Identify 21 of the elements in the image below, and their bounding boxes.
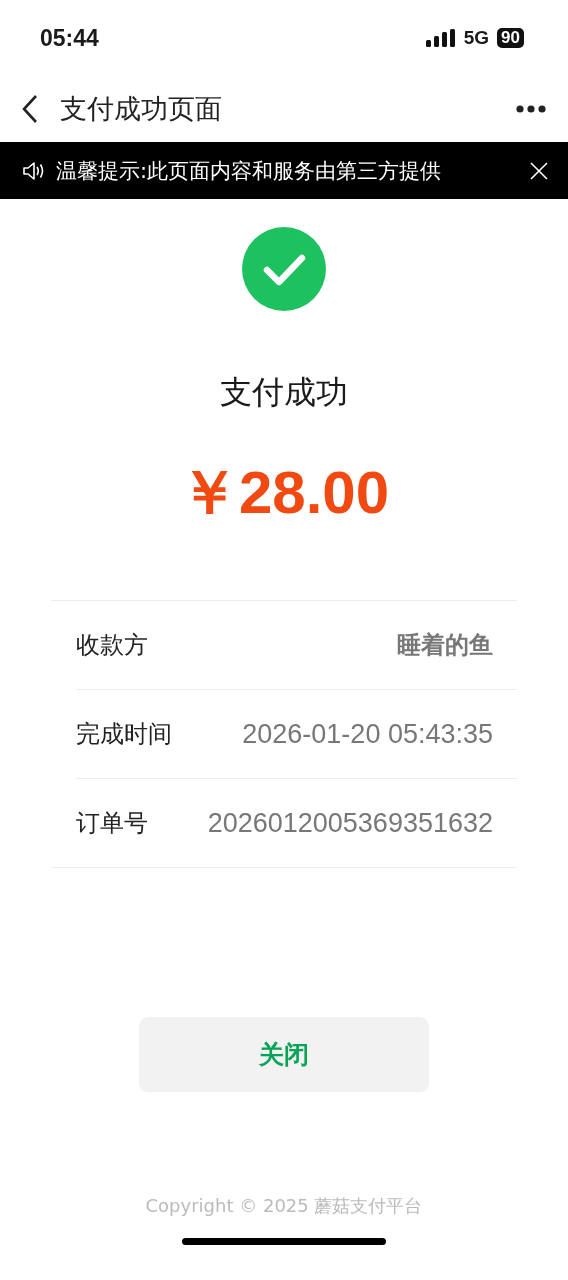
detail-label: 完成时间: [76, 719, 172, 750]
copyright-text: Copyright © 2025 蘑菇支付平台: [145, 1194, 423, 1218]
detail-label: 订单号: [76, 808, 148, 839]
signal-icon: [425, 29, 456, 47]
status-time: 05:44: [40, 24, 99, 52]
page-title: 支付成功页面: [60, 92, 223, 126]
network-label: 5G: [463, 27, 490, 49]
detail-value: 2026-01-20 05:43:35: [242, 718, 493, 750]
close-button[interactable]: 关闭: [139, 1017, 429, 1092]
close-icon[interactable]: [530, 161, 548, 180]
payment-amount: ￥28.00: [178, 458, 390, 528]
speaker-icon: [22, 160, 46, 181]
back-icon[interactable]: [20, 94, 40, 124]
detail-value: 睡着的鱼: [397, 630, 493, 661]
success-check-icon: [242, 227, 326, 311]
detail-label: 收款方: [76, 630, 148, 661]
more-icon[interactable]: [516, 105, 546, 113]
battery-indicator: 90: [497, 28, 524, 48]
detail-value: 2026012005369351632: [207, 807, 493, 839]
notice-text: 温馨提示:此页面内容和服务由第三方提供: [56, 157, 443, 185]
result-title: 支付成功: [220, 372, 348, 413]
